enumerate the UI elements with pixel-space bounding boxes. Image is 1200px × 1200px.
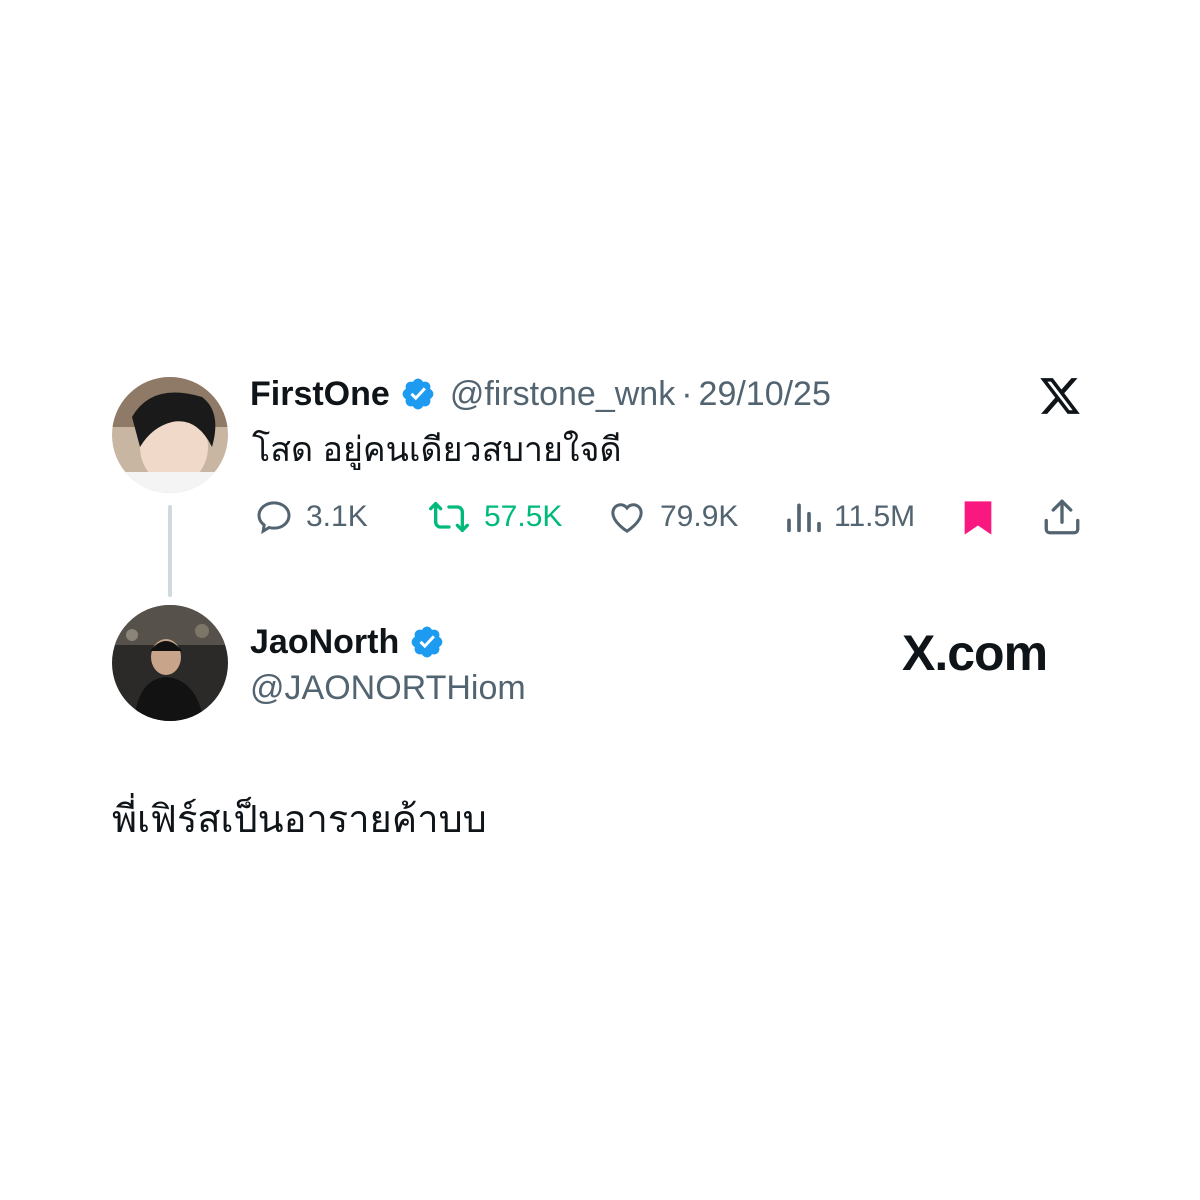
like-icon	[611, 503, 643, 533]
like-count: 79.9K	[660, 500, 739, 533]
share-icon[interactable]	[1040, 496, 1084, 543]
tweet-text: โสด อยู่คนเดียวสบายใจดี	[252, 431, 622, 469]
reply-author-handle[interactable]: @JAONORTHiom	[250, 668, 526, 708]
reply-author-name[interactable]: JaoNorth	[250, 622, 399, 662]
author-handle[interactable]: @firstone_wnk	[450, 374, 675, 414]
tweet-header: FirstOne @firstone_wnk · 29/10/25	[250, 374, 831, 414]
watermark-text: X.com	[902, 625, 1048, 681]
thread-connector	[168, 505, 172, 597]
verified-badge-icon	[400, 376, 436, 412]
views-count: 11.5M	[834, 500, 916, 533]
x-com-watermark: X.com	[902, 624, 1048, 682]
x-logo-icon[interactable]	[1037, 374, 1083, 423]
tweet-date[interactable]: 29/10/25	[699, 374, 831, 414]
separator: ·	[681, 375, 693, 413]
retweet-button[interactable]: 57.5K	[424, 497, 562, 537]
author-name[interactable]: FirstOne	[250, 374, 390, 414]
reply-count: 3.1K	[306, 500, 368, 533]
like-button[interactable]: 79.9K	[604, 497, 738, 537]
verified-badge-icon	[409, 624, 445, 660]
views-button[interactable]: 11.5M	[784, 497, 915, 537]
retweet-count: 57.5K	[484, 500, 563, 533]
jaonorth-avatar[interactable]	[112, 605, 228, 721]
reply-icon	[257, 501, 291, 535]
firstone-avatar[interactable]	[112, 377, 228, 493]
reply-header: JaoNorth	[250, 622, 445, 662]
views-icon	[787, 503, 821, 533]
reply-text: พี่เฟิร์สเป็นอารายค้าบบ	[112, 799, 487, 841]
bookmark-icon[interactable]	[958, 498, 998, 543]
reply-button[interactable]: 3.1K	[252, 497, 368, 537]
retweet-icon	[429, 502, 470, 532]
